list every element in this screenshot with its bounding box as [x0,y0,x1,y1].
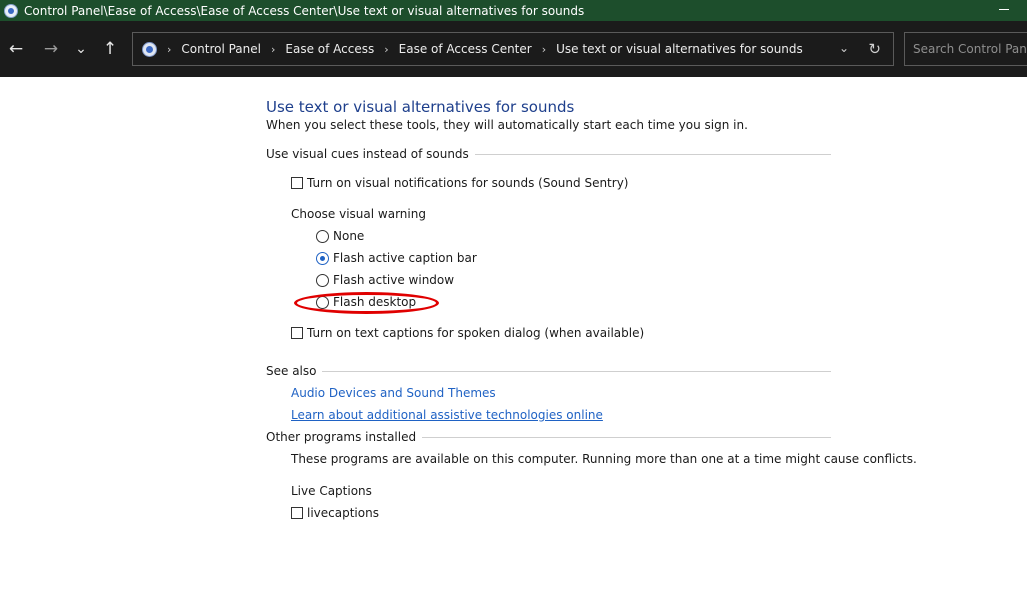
flash-desktop-radio[interactable] [316,295,329,309]
see-also-heading: See also [266,364,831,378]
audio-devices-link[interactable]: Audio Devices and Sound Themes [291,386,496,400]
flash-active-window-option[interactable]: Flash active window [316,273,454,287]
sound-sentry-option[interactable]: Turn on visual notifications for sounds … [291,176,628,190]
livecaptions-label[interactable]: livecaptions [307,506,379,520]
navigation-bar: ← → ⌄ ↑ › Control Panel › Ease of Access… [0,21,1027,77]
page-title: Use text or visual alternatives for soun… [266,98,575,116]
up-arrow-icon[interactable]: ↑ [98,37,122,61]
breadcrumb-ease-of-access[interactable]: Ease of Access [285,42,374,56]
breadcrumb-separator[interactable]: › [167,43,171,56]
livecaptions-checkbox[interactable] [291,507,303,519]
section-divider [322,370,831,372]
address-bar[interactable]: › Control Panel › Ease of Access › Ease … [132,32,894,66]
flash-active-window-label[interactable]: Flash active window [333,273,454,287]
flash-desktop-option[interactable]: Flash desktop [316,295,416,309]
page-subtitle: When you select these tools, they will a… [266,118,748,132]
text-captions-label[interactable]: Turn on text captions for spoken dialog … [307,326,644,340]
text-captions-checkbox[interactable] [291,327,303,339]
visual-cues-heading: Use visual cues instead of sounds [266,147,831,161]
choose-visual-warning-label: Choose visual warning [291,207,426,221]
visual-warning-none-option[interactable]: None [316,229,364,243]
other-programs-heading-label: Other programs installed [266,430,417,444]
breadcrumb-ease-of-access-center[interactable]: Ease of Access Center [399,42,532,56]
breadcrumb-control-panel[interactable]: Control Panel [181,42,261,56]
flash-active-caption-bar-label[interactable]: Flash active caption bar [333,251,477,265]
other-programs-description: These programs are available on this com… [291,452,917,466]
title-bar: Control Panel\Ease of Access\Ease of Acc… [0,0,1027,21]
sound-sentry-label[interactable]: Turn on visual notifications for sounds … [307,176,628,190]
flash-desktop-label[interactable]: Flash desktop [333,295,416,309]
window-title: Control Panel\Ease of Access\Ease of Acc… [24,3,585,18]
other-programs-heading: Other programs installed [266,430,831,444]
livecaptions-option[interactable]: livecaptions [291,506,379,520]
breadcrumb-separator[interactable]: › [542,43,546,56]
see-also-heading-label: See also [266,364,317,378]
live-captions-group-label: Live Captions [291,484,372,498]
minimize-button[interactable] [999,3,1011,15]
back-arrow-icon[interactable]: ← [4,37,28,61]
breadcrumb-separator[interactable]: › [271,43,275,56]
breadcrumb-separator[interactable]: › [384,43,388,56]
refresh-icon[interactable]: ↻ [868,40,881,58]
sound-sentry-checkbox[interactable] [291,177,303,189]
control-panel-location-icon [142,41,157,57]
forward-arrow-icon[interactable]: → [39,37,63,61]
assistive-technologies-link[interactable]: Learn about additional assistive technol… [291,408,603,422]
search-input[interactable]: Search Control Panel [904,32,1027,66]
visual-warning-none-radio[interactable] [316,229,329,243]
visual-cues-heading-label: Use visual cues instead of sounds [266,147,469,161]
section-divider [422,436,831,438]
flash-active-caption-bar-option[interactable]: Flash active caption bar [316,251,477,265]
recent-locations-chevron-icon[interactable]: ⌄ [69,37,93,61]
flash-active-caption-bar-radio[interactable] [316,251,329,265]
visual-warning-none-label[interactable]: None [333,229,364,243]
flash-active-window-radio[interactable] [316,273,329,287]
section-divider [474,153,831,155]
address-dropdown-chevron-icon[interactable]: ⌄ [839,41,849,55]
text-captions-option[interactable]: Turn on text captions for spoken dialog … [291,326,644,340]
control-panel-icon [4,3,18,18]
breadcrumb-current-page[interactable]: Use text or visual alternatives for soun… [556,42,803,56]
